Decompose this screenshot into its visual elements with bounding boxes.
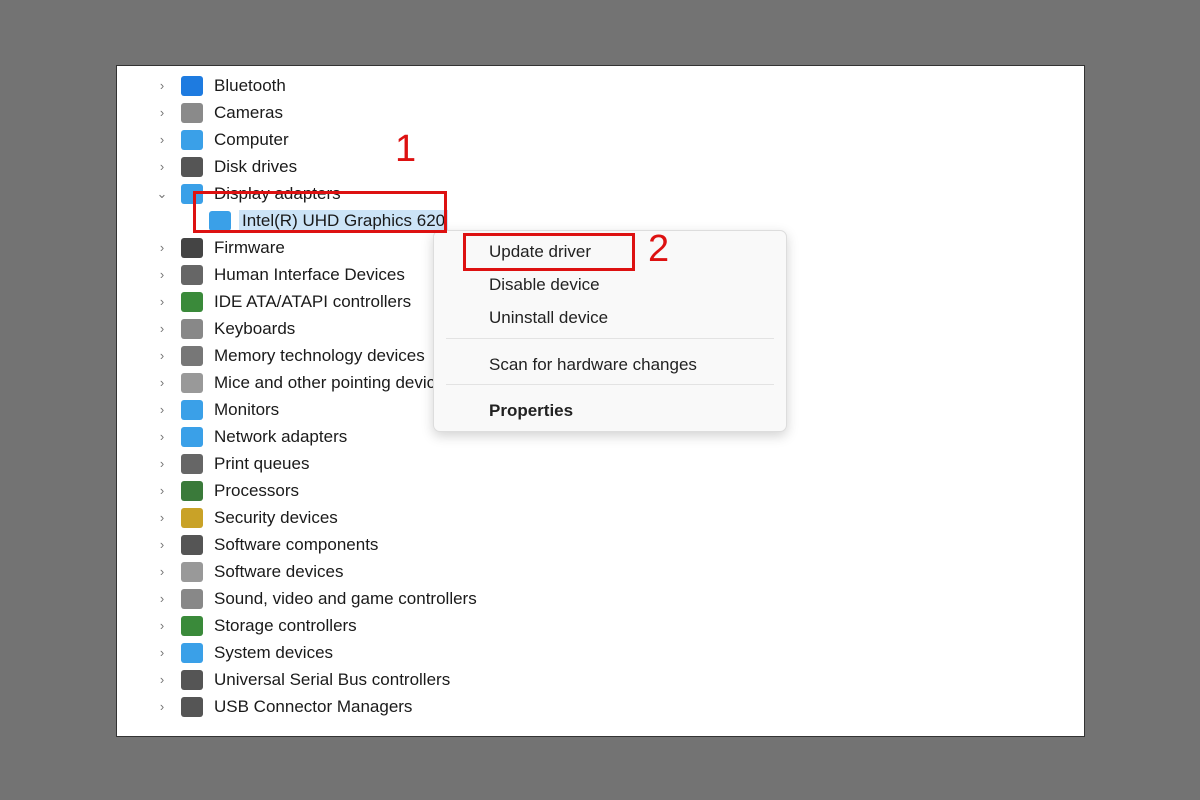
chevron-right-icon[interactable]: › [155, 699, 169, 714]
tree-item-label: Software devices [214, 561, 344, 581]
disk-drive-icon [181, 156, 203, 177]
usb-icon [181, 669, 203, 690]
tree-item-category[interactable]: › Print queues [117, 450, 312, 477]
tree-item-category[interactable]: › Computer [117, 126, 292, 153]
annotation-number-2: 2 [648, 228, 670, 270]
tree-item-label: Cameras [214, 102, 283, 122]
chevron-right-icon[interactable]: › [155, 510, 169, 525]
software-device-icon [181, 561, 203, 582]
tree-item-category[interactable]: › IDE ATA/ATAPI controllers [117, 288, 414, 315]
monitor-icon [181, 399, 203, 420]
tree-item-category[interactable]: › Memory technology devices [117, 342, 428, 369]
tree-item-category[interactable]: › Disk drives [117, 153, 300, 180]
speaker-icon [181, 588, 203, 609]
chevron-right-icon[interactable]: › [155, 78, 169, 93]
tree-item-label: Network adapters [214, 426, 348, 446]
chevron-right-icon[interactable]: › [155, 294, 169, 309]
menu-separator [446, 338, 774, 339]
chevron-right-icon[interactable]: › [155, 402, 169, 417]
tree-item-label: Storage controllers [214, 615, 357, 635]
menu-item-uninstall-device[interactable]: Uninstall device [489, 308, 608, 328]
tree-item-category[interactable]: › Software devices [117, 558, 346, 585]
system-device-icon [181, 642, 203, 663]
chevron-down-icon[interactable]: ⌄ [155, 186, 169, 202]
menu-item-disable-device[interactable]: Disable device [489, 275, 600, 295]
network-adapter-icon [181, 426, 203, 447]
annotation-number-1: 1 [395, 128, 417, 170]
chevron-right-icon[interactable]: › [155, 267, 169, 282]
tree-item-label: Security devices [214, 507, 338, 527]
tree-item-label: Sound, video and game controllers [214, 588, 477, 608]
tree-item-label: Disk drives [214, 156, 298, 176]
firmware-icon [181, 237, 203, 258]
tree-item-label: Computer [214, 129, 289, 149]
chevron-right-icon[interactable]: › [155, 618, 169, 633]
menu-item-properties[interactable]: Properties [489, 401, 573, 421]
tree-item-label: IDE ATA/ATAPI controllers [214, 291, 412, 311]
tree-item-label: Human Interface Devices [214, 264, 405, 284]
computer-icon [181, 129, 203, 150]
menu-item-scan-hardware[interactable]: Scan for hardware changes [489, 355, 697, 375]
tree-item-category[interactable]: › Software components [117, 531, 381, 558]
hid-icon [181, 264, 203, 285]
security-device-icon [181, 507, 203, 528]
tree-item-label: Keyboards [214, 318, 296, 338]
tree-item-label: System devices [214, 642, 334, 662]
chevron-right-icon[interactable]: › [155, 591, 169, 606]
tree-item-label: Processors [214, 480, 300, 500]
chevron-right-icon[interactable]: › [155, 564, 169, 579]
chevron-right-icon[interactable]: › [155, 429, 169, 444]
bluetooth-icon [181, 75, 203, 96]
usb-icon [181, 696, 203, 717]
tree-item-category[interactable]: › Mice and other pointing devices [117, 369, 456, 396]
chevron-right-icon[interactable]: › [155, 645, 169, 660]
tree-item-category[interactable]: › Firmware [117, 234, 288, 261]
tree-item-category[interactable]: › Security devices [117, 504, 341, 531]
chevron-right-icon[interactable]: › [155, 105, 169, 120]
ide-controller-icon [181, 291, 203, 312]
tree-item-category[interactable]: › Storage controllers [117, 612, 360, 639]
tree-item-category[interactable]: › Network adapters [117, 423, 350, 450]
keyboard-icon [181, 318, 203, 339]
tree-item-category[interactable]: › Bluetooth [117, 72, 289, 99]
tree-item-label: Memory technology devices [214, 345, 425, 365]
chevron-right-icon[interactable]: › [155, 456, 169, 471]
chevron-right-icon[interactable]: › [155, 321, 169, 336]
tree-item-label: Firmware [214, 237, 285, 257]
processor-icon [181, 480, 203, 501]
chevron-right-icon[interactable]: › [155, 483, 169, 498]
tree-item-label: Bluetooth [214, 75, 286, 95]
chevron-right-icon[interactable]: › [155, 132, 169, 147]
memory-icon [181, 345, 203, 366]
annotation-box-1 [193, 191, 447, 233]
tree-item-label: Software components [214, 534, 379, 554]
tree-item-category[interactable]: › Sound, video and game controllers [117, 585, 480, 612]
software-component-icon [181, 534, 203, 555]
tree-item-category[interactable]: › Monitors [117, 396, 282, 423]
storage-controller-icon [181, 615, 203, 636]
tree-item-category[interactable]: › System devices [117, 639, 336, 666]
printer-icon [181, 453, 203, 474]
tree-item-category[interactable]: › Keyboards [117, 315, 298, 342]
chevron-right-icon[interactable]: › [155, 159, 169, 174]
tree-item-label: USB Connector Managers [214, 696, 413, 716]
tree-item-label: Universal Serial Bus controllers [214, 669, 451, 689]
camera-icon [181, 102, 203, 123]
annotation-box-2 [463, 233, 635, 271]
chevron-right-icon[interactable]: › [155, 537, 169, 552]
tree-item-label: Mice and other pointing devices [214, 372, 454, 392]
chevron-right-icon[interactable]: › [155, 375, 169, 390]
tree-item-label: Print queues [214, 453, 310, 473]
tree-item-category[interactable]: › Human Interface Devices [117, 261, 408, 288]
tree-item-category[interactable]: › Universal Serial Bus controllers [117, 666, 453, 693]
chevron-right-icon[interactable]: › [155, 672, 169, 687]
tree-item-category[interactable]: › USB Connector Managers [117, 693, 415, 720]
chevron-right-icon[interactable]: › [155, 348, 169, 363]
menu-separator [446, 384, 774, 385]
tree-item-category[interactable]: › Processors [117, 477, 302, 504]
tree-item-label: Monitors [214, 399, 280, 419]
mouse-icon [181, 372, 203, 393]
chevron-right-icon[interactable]: › [155, 240, 169, 255]
tree-item-category[interactable]: › Cameras [117, 99, 286, 126]
